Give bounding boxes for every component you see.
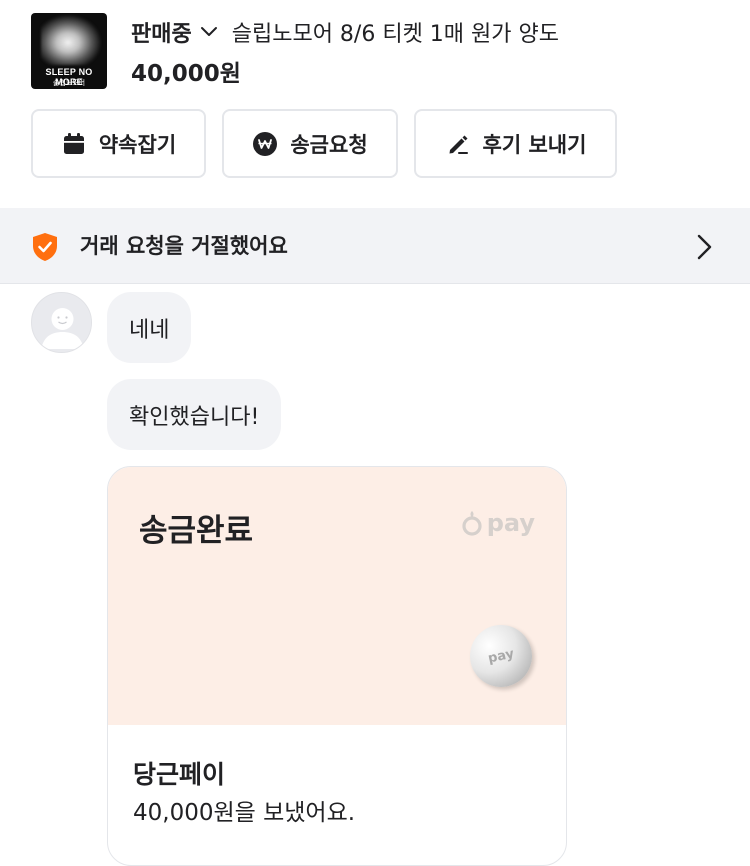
pencil-icon [445, 131, 471, 157]
product-price: 40,000원 [131, 61, 241, 87]
chevron-down-icon[interactable] [200, 26, 218, 38]
remit-request-label: 송금요청 [290, 132, 368, 157]
card-header: 송금완료 pay pay [108, 467, 566, 725]
send-review-button[interactable]: 후기 보내기 [414, 109, 617, 178]
chat-message-text: 네네 [129, 317, 170, 343]
card-title: 송금완료 [139, 513, 254, 549]
shield-check-icon [31, 232, 59, 266]
pay-brand-label: pay [486, 509, 535, 537]
chevron-right-icon[interactable] [696, 234, 712, 264]
won-currency-icon [252, 131, 278, 157]
pay-brand-logo: pay [461, 509, 535, 537]
card-sender: 당근페이 [133, 760, 226, 789]
remit-complete-card[interactable]: 송금완료 pay pay 당근페이 40,000원을 보냈어요. [107, 466, 567, 866]
calendar-icon [61, 131, 87, 157]
action-buttons: 약속잡기 송금요청 후기 보내기 [31, 109, 617, 178]
send-review-label: 후기 보내기 [482, 132, 587, 157]
thumbnail-subtitle: 슬립노모어 [52, 79, 86, 87]
default-profile-icon [32, 293, 91, 352]
product-thumbnail[interactable]: SLEEP NO MORE 슬립노모어 [31, 13, 107, 89]
status-dropdown[interactable]: 판매중 [131, 16, 192, 48]
notice-text: 거래 요청을 거절했어요 [80, 234, 288, 258]
appointment-label: 약속잡기 [98, 132, 177, 157]
remit-request-button[interactable]: 송금요청 [222, 109, 398, 178]
trade-request-notice[interactable]: 거래 요청을 거절했어요 [0, 208, 750, 284]
product-title: 슬립노모어 8/6 티켓 1매 원가 양도 [231, 22, 559, 47]
chat-message-text: 확인했습니다! [129, 404, 260, 430]
avatar[interactable] [31, 292, 92, 353]
appointment-button[interactable]: 약속잡기 [31, 109, 206, 178]
thumbnail-artwork [41, 15, 101, 65]
carrot-icon [462, 511, 482, 536]
chat-message[interactable]: 확인했습니다! [107, 379, 282, 450]
chat-message[interactable]: 네네 [107, 292, 192, 363]
product-status-row: 판매중 슬립노모어 8/6 티켓 1매 원가 양도 [131, 16, 559, 48]
pay-coin-icon: pay [464, 619, 538, 693]
card-message: 40,000원을 보냈어요. [133, 800, 356, 826]
product-header[interactable]: SLEEP NO MORE 슬립노모어 판매중 슬립노모어 8/6 티켓 1매 … [0, 0, 750, 100]
coin-label: pay [486, 645, 516, 667]
